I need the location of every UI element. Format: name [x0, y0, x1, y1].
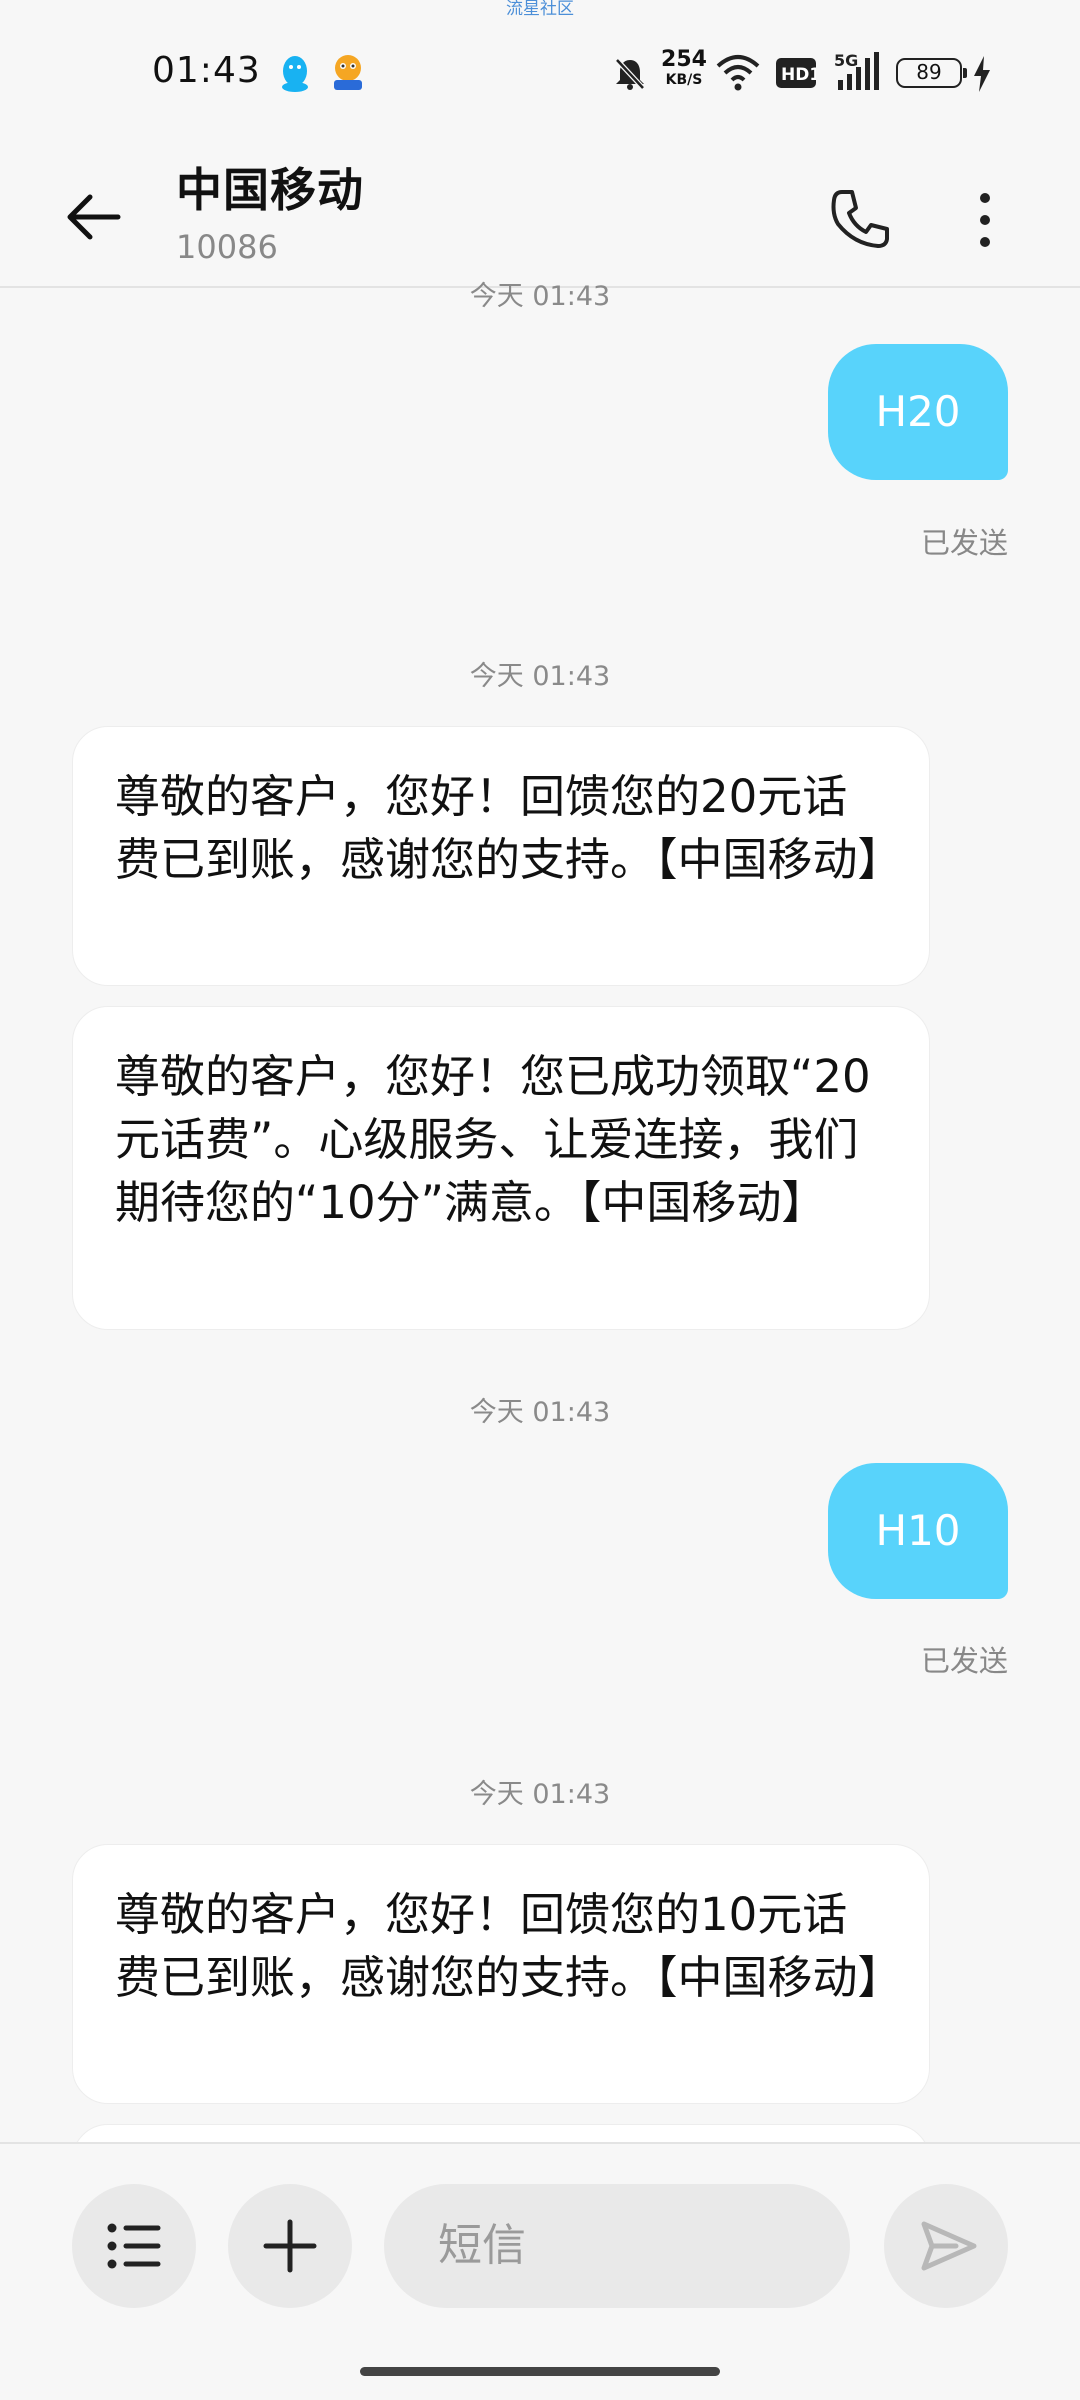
received-message-bubble[interactable]: 尊敬的客户，您好！您已成功领取“20元话费”。心级服务、让爱连接，我们期待您的“…: [72, 1006, 930, 1330]
hd-icon: HD1: [776, 58, 821, 92]
call-button[interactable]: [820, 180, 900, 260]
sent-status: 已发送: [920, 526, 1008, 560]
plus-icon: [263, 2219, 317, 2273]
message-input[interactable]: 短信: [384, 2184, 850, 2308]
sent-status: 已发送: [920, 1644, 1008, 1678]
send-button[interactable]: [884, 2184, 1008, 2308]
attach-button[interactable]: [228, 2184, 352, 2308]
battery-icon: 89: [896, 58, 967, 88]
more-vertical-icon: [980, 193, 990, 247]
message-composer: 短信: [0, 2144, 1080, 2400]
back-arrow-icon: [67, 194, 121, 240]
qq-icon: [278, 54, 312, 98]
sent-message-bubble[interactable]: H10: [828, 1463, 1008, 1599]
signal-icon: 5G: [834, 50, 880, 98]
timestamp: 今天 01:43: [469, 281, 611, 312]
timestamp: 今天 01:43: [469, 1397, 611, 1428]
svg-text:HD1: HD1: [781, 65, 816, 85]
more-options-button[interactable]: [960, 180, 1010, 260]
app-mascot-icon: [328, 52, 368, 96]
list-icon: [107, 2223, 161, 2269]
quick-reply-button[interactable]: [72, 2184, 196, 2308]
timestamp: 今天 01:43: [469, 661, 611, 692]
received-message-bubble[interactable]: 尊敬的客户，您好！回馈您的10元话费已到账，感谢您的支持。【中国移动】: [72, 1844, 930, 2104]
watermark: 流星社区: [506, 0, 574, 19]
contact-name: 中国移动: [176, 163, 364, 217]
status-bar: 01:43 254 KB/S HD1 5G 89: [0, 44, 1080, 100]
sent-message-bubble[interactable]: H20: [828, 344, 1008, 480]
contact-number: 10086: [176, 228, 278, 266]
send-icon: [921, 2221, 977, 2271]
wifi-icon: [716, 54, 760, 96]
status-time: 01:43: [152, 50, 261, 91]
svg-text:5G: 5G: [834, 51, 858, 70]
received-message-bubble[interactable]: 尊敬的客户，您好！回馈您的20元话费已到账，感谢您的支持。【中国移动】: [72, 726, 930, 986]
phone-icon: [831, 190, 889, 248]
charging-icon: [972, 56, 992, 96]
home-indicator[interactable]: [360, 2367, 720, 2376]
back-button[interactable]: [60, 182, 130, 252]
conversation-header: 中国移动 10086: [0, 140, 1080, 286]
net-speed: 254 KB/S: [661, 47, 707, 89]
timestamp: 今天 01:43: [469, 1779, 611, 1810]
bell-muted-icon: [612, 56, 648, 96]
